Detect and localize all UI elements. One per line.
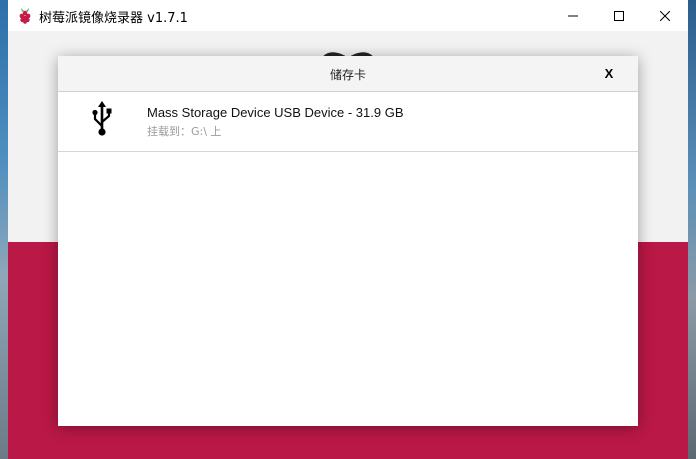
- maximize-icon: [614, 10, 624, 21]
- dialog-title: 储存卡: [329, 68, 366, 82]
- device-mount-point: 挂载到：G:\ 上: [147, 125, 222, 138]
- title-bar[interactable]: 树莓派镜像烧录器 v1.7.1: [8, 0, 688, 31]
- minimize-button[interactable]: [550, 0, 596, 31]
- window-title: 树莓派镜像烧录器 v1.7.1: [39, 11, 188, 26]
- minimize-icon: [568, 15, 578, 16]
- storage-dialog: 储存卡 X Mass Storage Device USB Device - 3…: [58, 56, 638, 426]
- device-name: Mass Storage Device USB Device - 31.9 GB: [147, 105, 404, 120]
- desktop-background-right: [688, 0, 696, 459]
- maximize-button[interactable]: [596, 0, 642, 31]
- close-window-button[interactable]: [642, 0, 688, 31]
- close-icon: [660, 10, 670, 21]
- usb-icon: [92, 101, 112, 136]
- dialog-close-button[interactable]: X: [599, 64, 619, 84]
- storage-device-item[interactable]: Mass Storage Device USB Device - 31.9 GB…: [58, 92, 638, 152]
- desktop-background-left: [0, 0, 8, 459]
- dialog-header: 储存卡 X: [58, 56, 638, 92]
- raspberry-logo-icon: [19, 8, 31, 24]
